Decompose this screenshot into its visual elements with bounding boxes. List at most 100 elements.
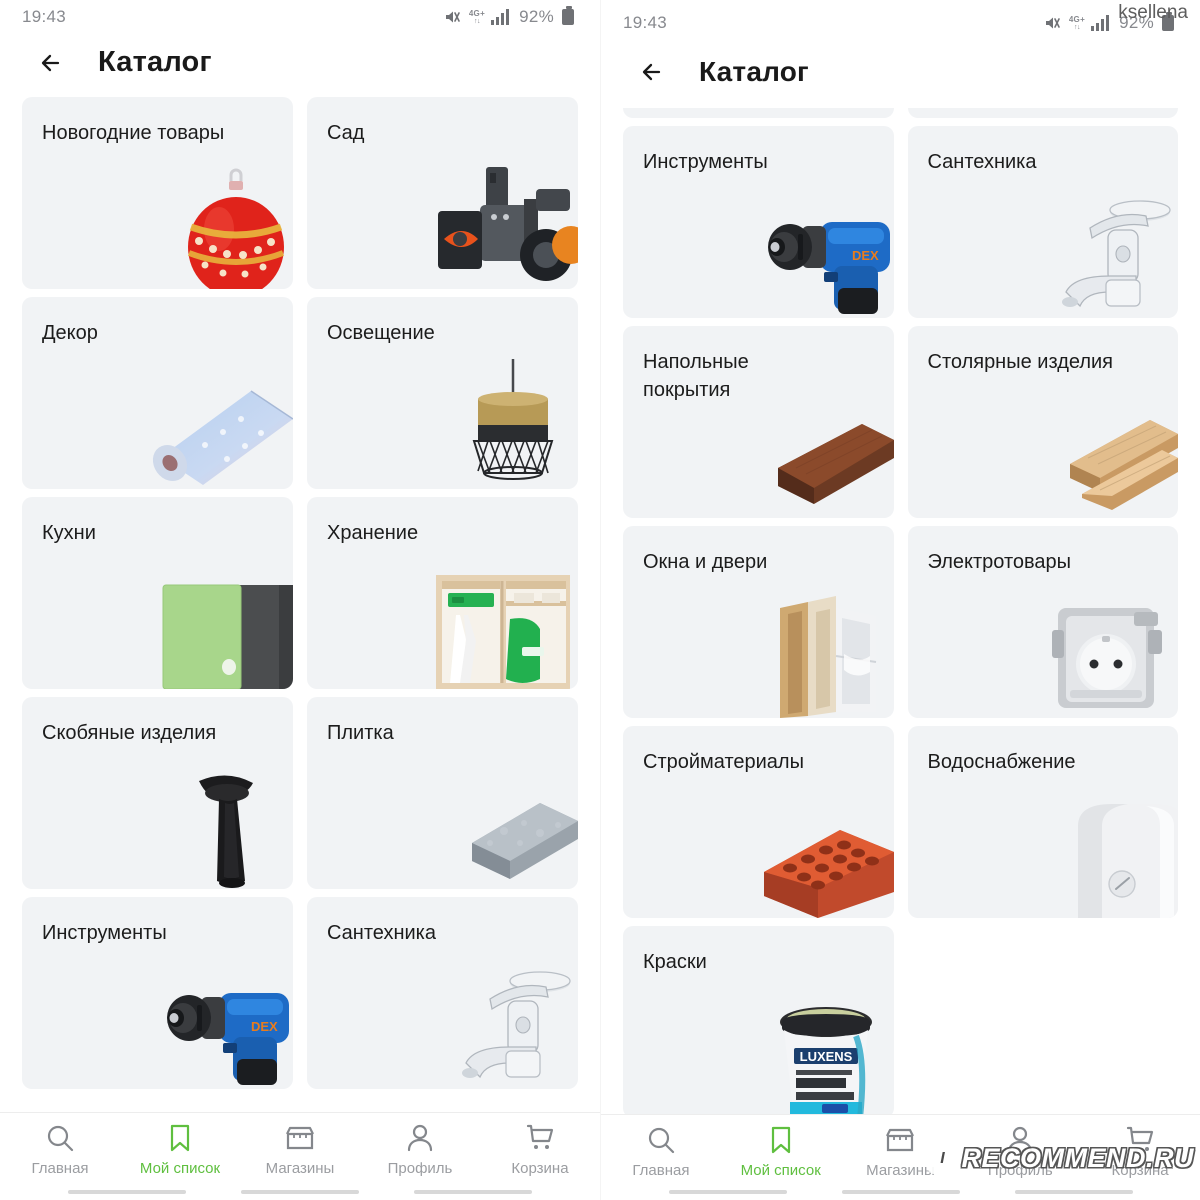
category-card[interactable]: Водоснабжение bbox=[907, 726, 1178, 918]
cordless-drill-image: DEX bbox=[143, 959, 293, 1089]
status-bar-left: 19:43 4G+ ↑↓ 92% bbox=[0, 0, 600, 34]
category-card[interactable]: Освещение bbox=[307, 297, 578, 489]
category-card[interactable]: Напольные покрытия bbox=[623, 326, 894, 518]
right-phone-screen: ksellena 19:43 4G+ ↑↓ 92% Каталог Инстру… bbox=[600, 0, 1200, 1200]
category-card-title: Плитка bbox=[327, 722, 394, 744]
bookmark-icon bbox=[165, 1123, 195, 1153]
page-title: Каталог bbox=[98, 46, 212, 78]
scrolled-partial-cards bbox=[601, 108, 1200, 118]
app-bar-right: Каталог bbox=[601, 40, 1200, 108]
category-card-title: Водоснабжение bbox=[927, 751, 1076, 773]
network-4g-icon: 4G+ ↑↓ bbox=[1068, 14, 1086, 31]
status-clock: 19:43 bbox=[623, 13, 668, 32]
category-card-title: Хранение bbox=[327, 522, 419, 544]
recommend-ru-watermark: I RECOMMEND.RU bbox=[927, 1143, 1195, 1179]
category-card[interactable]: Стройматериалы bbox=[623, 726, 894, 918]
arrow-left-icon[interactable] bbox=[38, 48, 68, 78]
gesture-navigation-bar[interactable] bbox=[0, 1190, 600, 1194]
wall-socket-image bbox=[1028, 588, 1178, 718]
nav-item-label: Главная bbox=[31, 1160, 89, 1177]
pendant-lamp-image bbox=[428, 359, 578, 489]
nav-item-label: Мой список bbox=[139, 1160, 221, 1177]
category-card[interactable]: Сантехника bbox=[307, 897, 578, 1089]
christmas-ball-image bbox=[143, 159, 293, 289]
brick-image bbox=[744, 788, 894, 918]
nav-item-person[interactable]: Профиль bbox=[360, 1123, 480, 1177]
nav-item-bookmark[interactable]: Мой список bbox=[721, 1125, 841, 1179]
category-card-title: Краски bbox=[643, 951, 707, 973]
wallpaper-roll-image bbox=[143, 359, 293, 489]
speech-bubble-icon: I bbox=[927, 1143, 958, 1179]
battery-icon bbox=[562, 6, 574, 25]
water-heater-image bbox=[1028, 788, 1178, 918]
category-card-title: Инструменты bbox=[42, 922, 167, 944]
search-icon bbox=[45, 1123, 75, 1153]
door-frame-image bbox=[744, 588, 894, 718]
category-card-title: Новогодние товары bbox=[42, 122, 225, 144]
cordless-drill-image: DEX bbox=[744, 188, 894, 318]
left-phone-screen: 19:43 4G+ ↑↓ 92% Каталог Новогодние това… bbox=[0, 0, 600, 1200]
category-card-title: Электротовары bbox=[927, 551, 1072, 573]
nav-item-bookmark[interactable]: Мой список bbox=[120, 1123, 240, 1177]
gesture-navigation-bar[interactable] bbox=[601, 1190, 1200, 1194]
signal-bars-icon bbox=[491, 9, 511, 25]
battery-percent-label: 92% bbox=[519, 7, 554, 26]
kitchen-cabinet-image bbox=[143, 559, 293, 689]
category-card[interactable]: Сантехника bbox=[907, 126, 1178, 318]
search-icon bbox=[646, 1125, 676, 1155]
wood-boards-image bbox=[1028, 388, 1178, 518]
category-card[interactable]: Скобяные изделия bbox=[22, 697, 293, 889]
category-card[interactable]: Декор bbox=[22, 297, 293, 489]
category-card-title: Сантехника bbox=[327, 922, 436, 944]
category-card[interactable]: Инструменты DEX bbox=[22, 897, 293, 1089]
nav-item-label: Профиль bbox=[387, 1160, 453, 1177]
partial-card[interactable] bbox=[907, 108, 1178, 118]
door-handle-image bbox=[143, 759, 293, 889]
category-card-title: Стройматериалы bbox=[643, 751, 804, 773]
arrow-left-icon[interactable] bbox=[639, 57, 669, 87]
app-bar-left: Каталог bbox=[0, 34, 600, 97]
faucet-image bbox=[1028, 188, 1178, 318]
category-card[interactable]: Краски LUXENS bbox=[623, 926, 894, 1118]
store-icon bbox=[284, 1123, 316, 1153]
category-card[interactable]: Кухни bbox=[22, 497, 293, 689]
category-card[interactable]: Электротовары bbox=[907, 526, 1178, 718]
store-icon bbox=[884, 1125, 916, 1155]
partial-card[interactable] bbox=[623, 108, 894, 118]
category-card-title: Кухни bbox=[42, 522, 96, 544]
nav-item-label: Корзина bbox=[511, 1160, 569, 1177]
person-icon bbox=[405, 1123, 435, 1153]
dual-screenshot-container: 19:43 4G+ ↑↓ 92% Каталог Новогодние това… bbox=[0, 0, 1200, 1200]
category-card-title: Скобяные изделия bbox=[42, 722, 217, 744]
category-card[interactable]: Плитка bbox=[307, 697, 578, 889]
nav-item-search[interactable]: Главная bbox=[0, 1123, 120, 1177]
mute-icon bbox=[444, 9, 463, 25]
category-card[interactable]: Столярные изделия bbox=[907, 326, 1178, 518]
nav-item-label: Мой список bbox=[740, 1162, 821, 1179]
nav-item-cart[interactable]: Корзина bbox=[480, 1123, 600, 1177]
stone-tile-image bbox=[428, 759, 578, 889]
category-card[interactable]: Инструменты DEX bbox=[623, 126, 894, 318]
bottom-navigation-left: Главная Мой список Магазины Профиль Корзина bbox=[0, 1112, 600, 1200]
laminate-plank-image bbox=[744, 388, 894, 518]
svg-text:DEX: DEX bbox=[251, 1019, 278, 1034]
nav-item-search[interactable]: Главная bbox=[601, 1125, 721, 1179]
status-bar-right: 19:43 4G+ ↑↓ 92% bbox=[601, 0, 1200, 40]
status-icon-group: 4G+ ↑↓ 92% bbox=[444, 6, 574, 27]
nav-item-store[interactable]: Магазины bbox=[240, 1123, 360, 1177]
category-grid-right: Инструменты DEX Сантехника Напольные покр… bbox=[601, 126, 1200, 1118]
nav-item-label: Магазины bbox=[265, 1160, 335, 1177]
network-4g-icon: 4G+ ↑↓ bbox=[468, 8, 486, 25]
category-card[interactable]: Окна и двери bbox=[623, 526, 894, 718]
cart-icon bbox=[525, 1123, 555, 1153]
snow-blower-image bbox=[428, 159, 578, 289]
page-title: Каталог bbox=[699, 56, 809, 87]
category-card-title: Освещение bbox=[327, 322, 435, 344]
category-card[interactable]: Новогодние товары bbox=[22, 97, 293, 289]
signal-bars-icon bbox=[1091, 15, 1111, 31]
bookmark-icon bbox=[766, 1125, 796, 1155]
category-card[interactable]: Хранение bbox=[307, 497, 578, 689]
category-card-title: Сад bbox=[327, 122, 365, 144]
mute-icon bbox=[1044, 15, 1063, 31]
category-card[interactable]: Сад bbox=[307, 97, 578, 289]
